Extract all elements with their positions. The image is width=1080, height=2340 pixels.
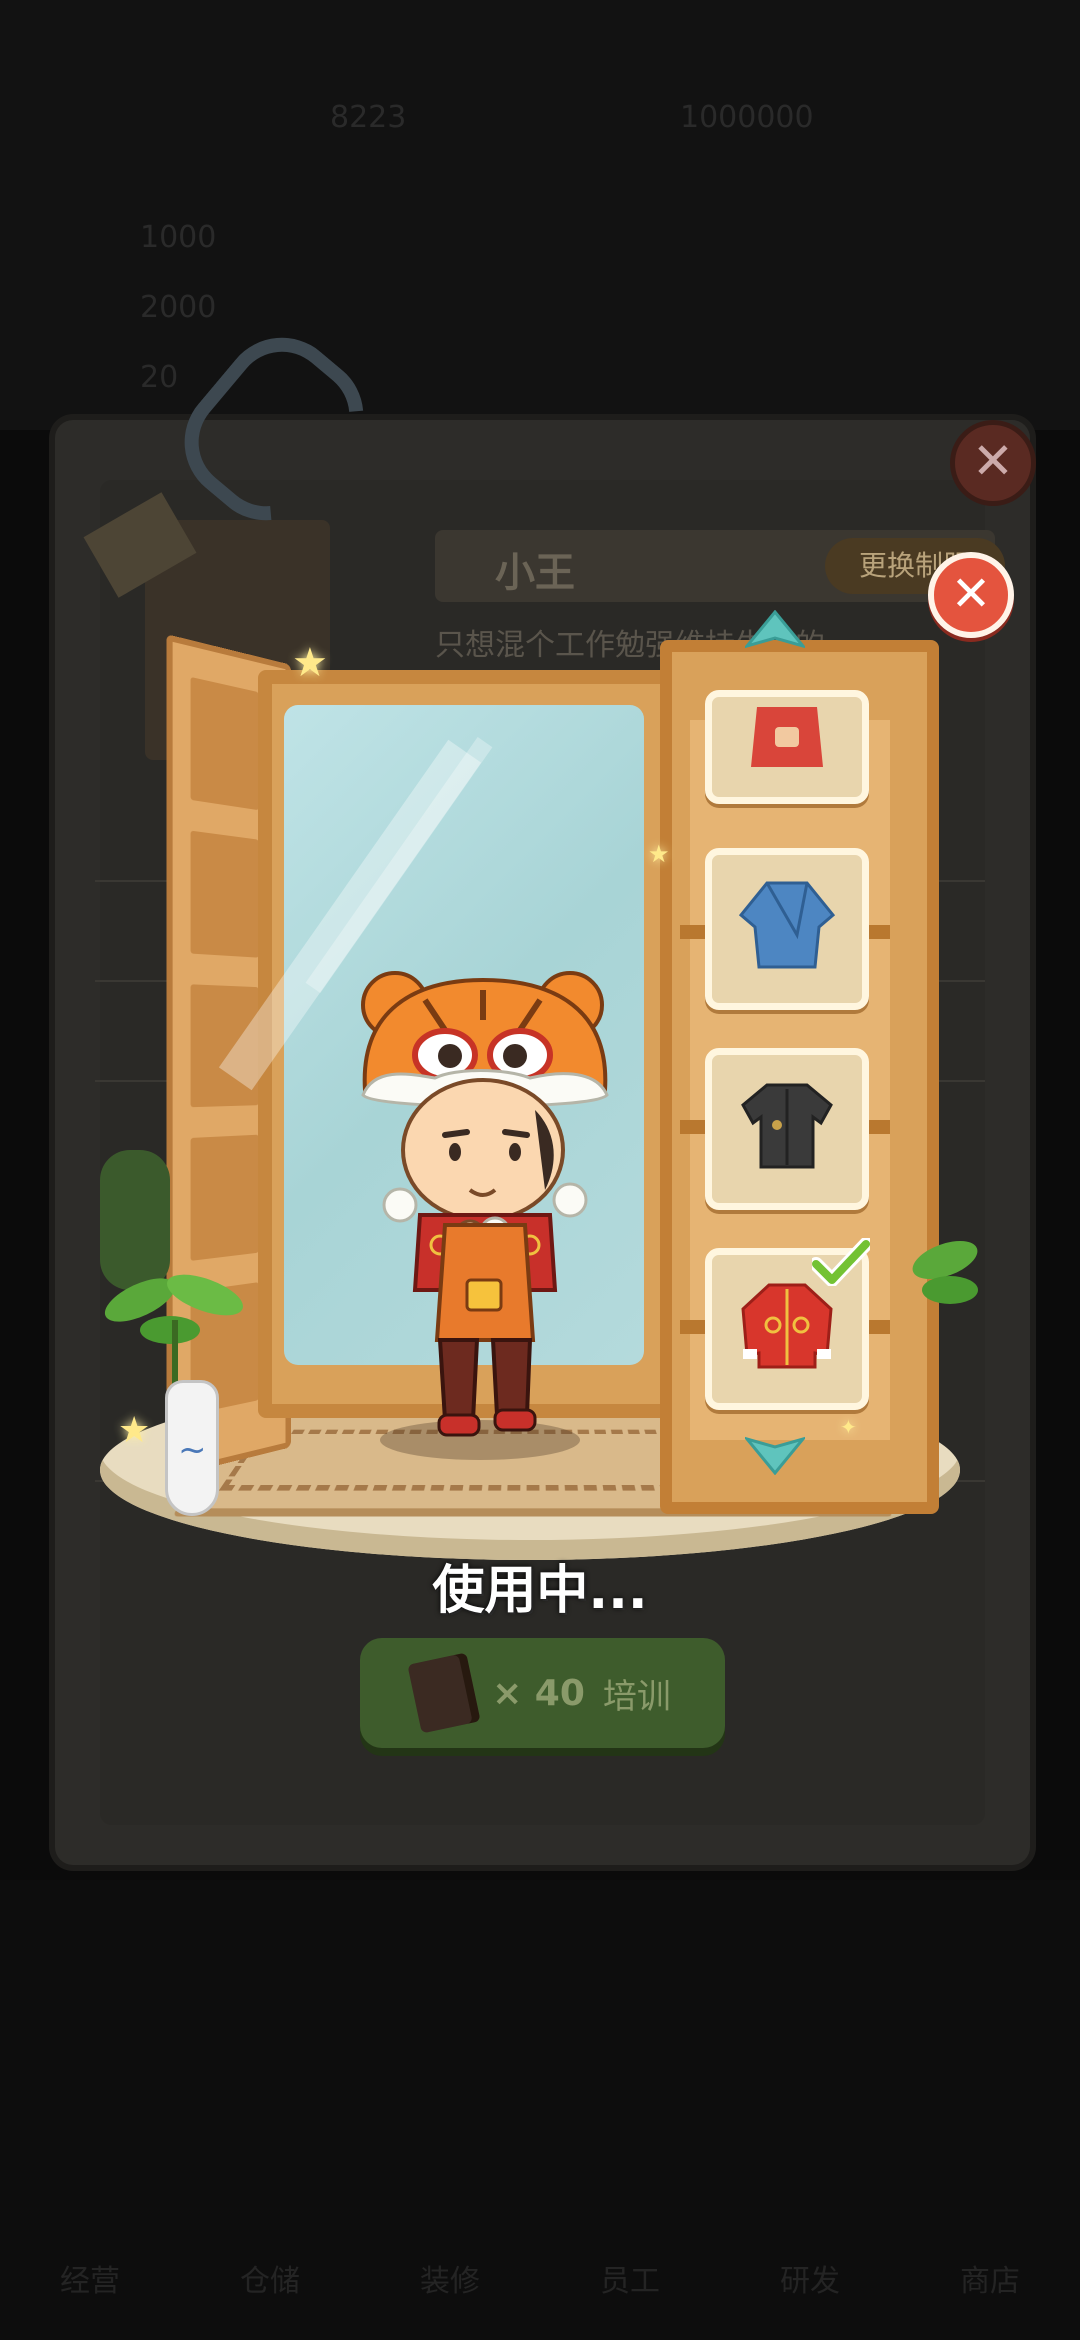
red-tang-jacket-icon xyxy=(741,1283,833,1369)
train-label: 培训 xyxy=(602,1676,671,1717)
wardrobe-item-blue-robe[interactable] xyxy=(705,848,869,1010)
nav-item: 装修 xyxy=(420,2264,480,2299)
bottom-nav: 经营 仓储 装修 员工 研发 商店 xyxy=(0,2140,1080,2300)
nav-item: 研发 xyxy=(780,2264,840,2299)
nav-item: 经营 xyxy=(60,2264,120,2299)
bg-stat-2: 2000 xyxy=(140,290,217,325)
bg-stat-1: 1000 xyxy=(140,220,217,255)
scroll-down-icon[interactable] xyxy=(745,1430,805,1475)
in-use-status: 使用中... xyxy=(432,1561,648,1621)
bg-gems: 1000000 xyxy=(680,100,814,135)
train-button[interactable]: × 40 培训 xyxy=(360,1638,725,1748)
train-cost: × 40 xyxy=(492,1672,585,1714)
red-apron-icon xyxy=(751,707,823,767)
black-shirt-icon xyxy=(741,1083,833,1169)
nav-item: 员工 xyxy=(600,2264,660,2299)
sparkle-icon: ★ xyxy=(648,840,670,868)
blue-robe-icon xyxy=(738,881,836,969)
employee-name: 小王 xyxy=(495,550,575,596)
scroll-up-icon[interactable] xyxy=(745,610,805,655)
character-preview xyxy=(361,971,609,1437)
close-card-icon[interactable]: ✕ xyxy=(950,420,1036,506)
background-footer: 经营 仓储 装修 员工 研发 商店 xyxy=(0,1880,1080,2340)
wardrobe-item-black-shirt[interactable] xyxy=(705,1048,869,1210)
selected-check-icon xyxy=(812,1238,870,1286)
close-wardrobe-icon[interactable]: ✕ xyxy=(928,552,1014,638)
book-icon xyxy=(407,1652,481,1734)
sparkle-icon: ✦ xyxy=(840,1415,857,1439)
nav-item: 商店 xyxy=(960,2264,1020,2299)
background-header: 8223 1000000 1000 2000 20 xyxy=(0,0,1080,430)
bg-coins: 8223 xyxy=(330,100,407,135)
bg-stat-3: 20 xyxy=(140,360,179,395)
plant-icon xyxy=(104,1274,243,1388)
wardrobe-item-red-apron[interactable] xyxy=(705,690,869,804)
sparkle-icon: ★ xyxy=(292,640,328,686)
sparkle-icon: ★ xyxy=(118,1410,151,1451)
plant-icon xyxy=(912,1240,978,1304)
nav-item: 仓储 xyxy=(240,2264,300,2299)
